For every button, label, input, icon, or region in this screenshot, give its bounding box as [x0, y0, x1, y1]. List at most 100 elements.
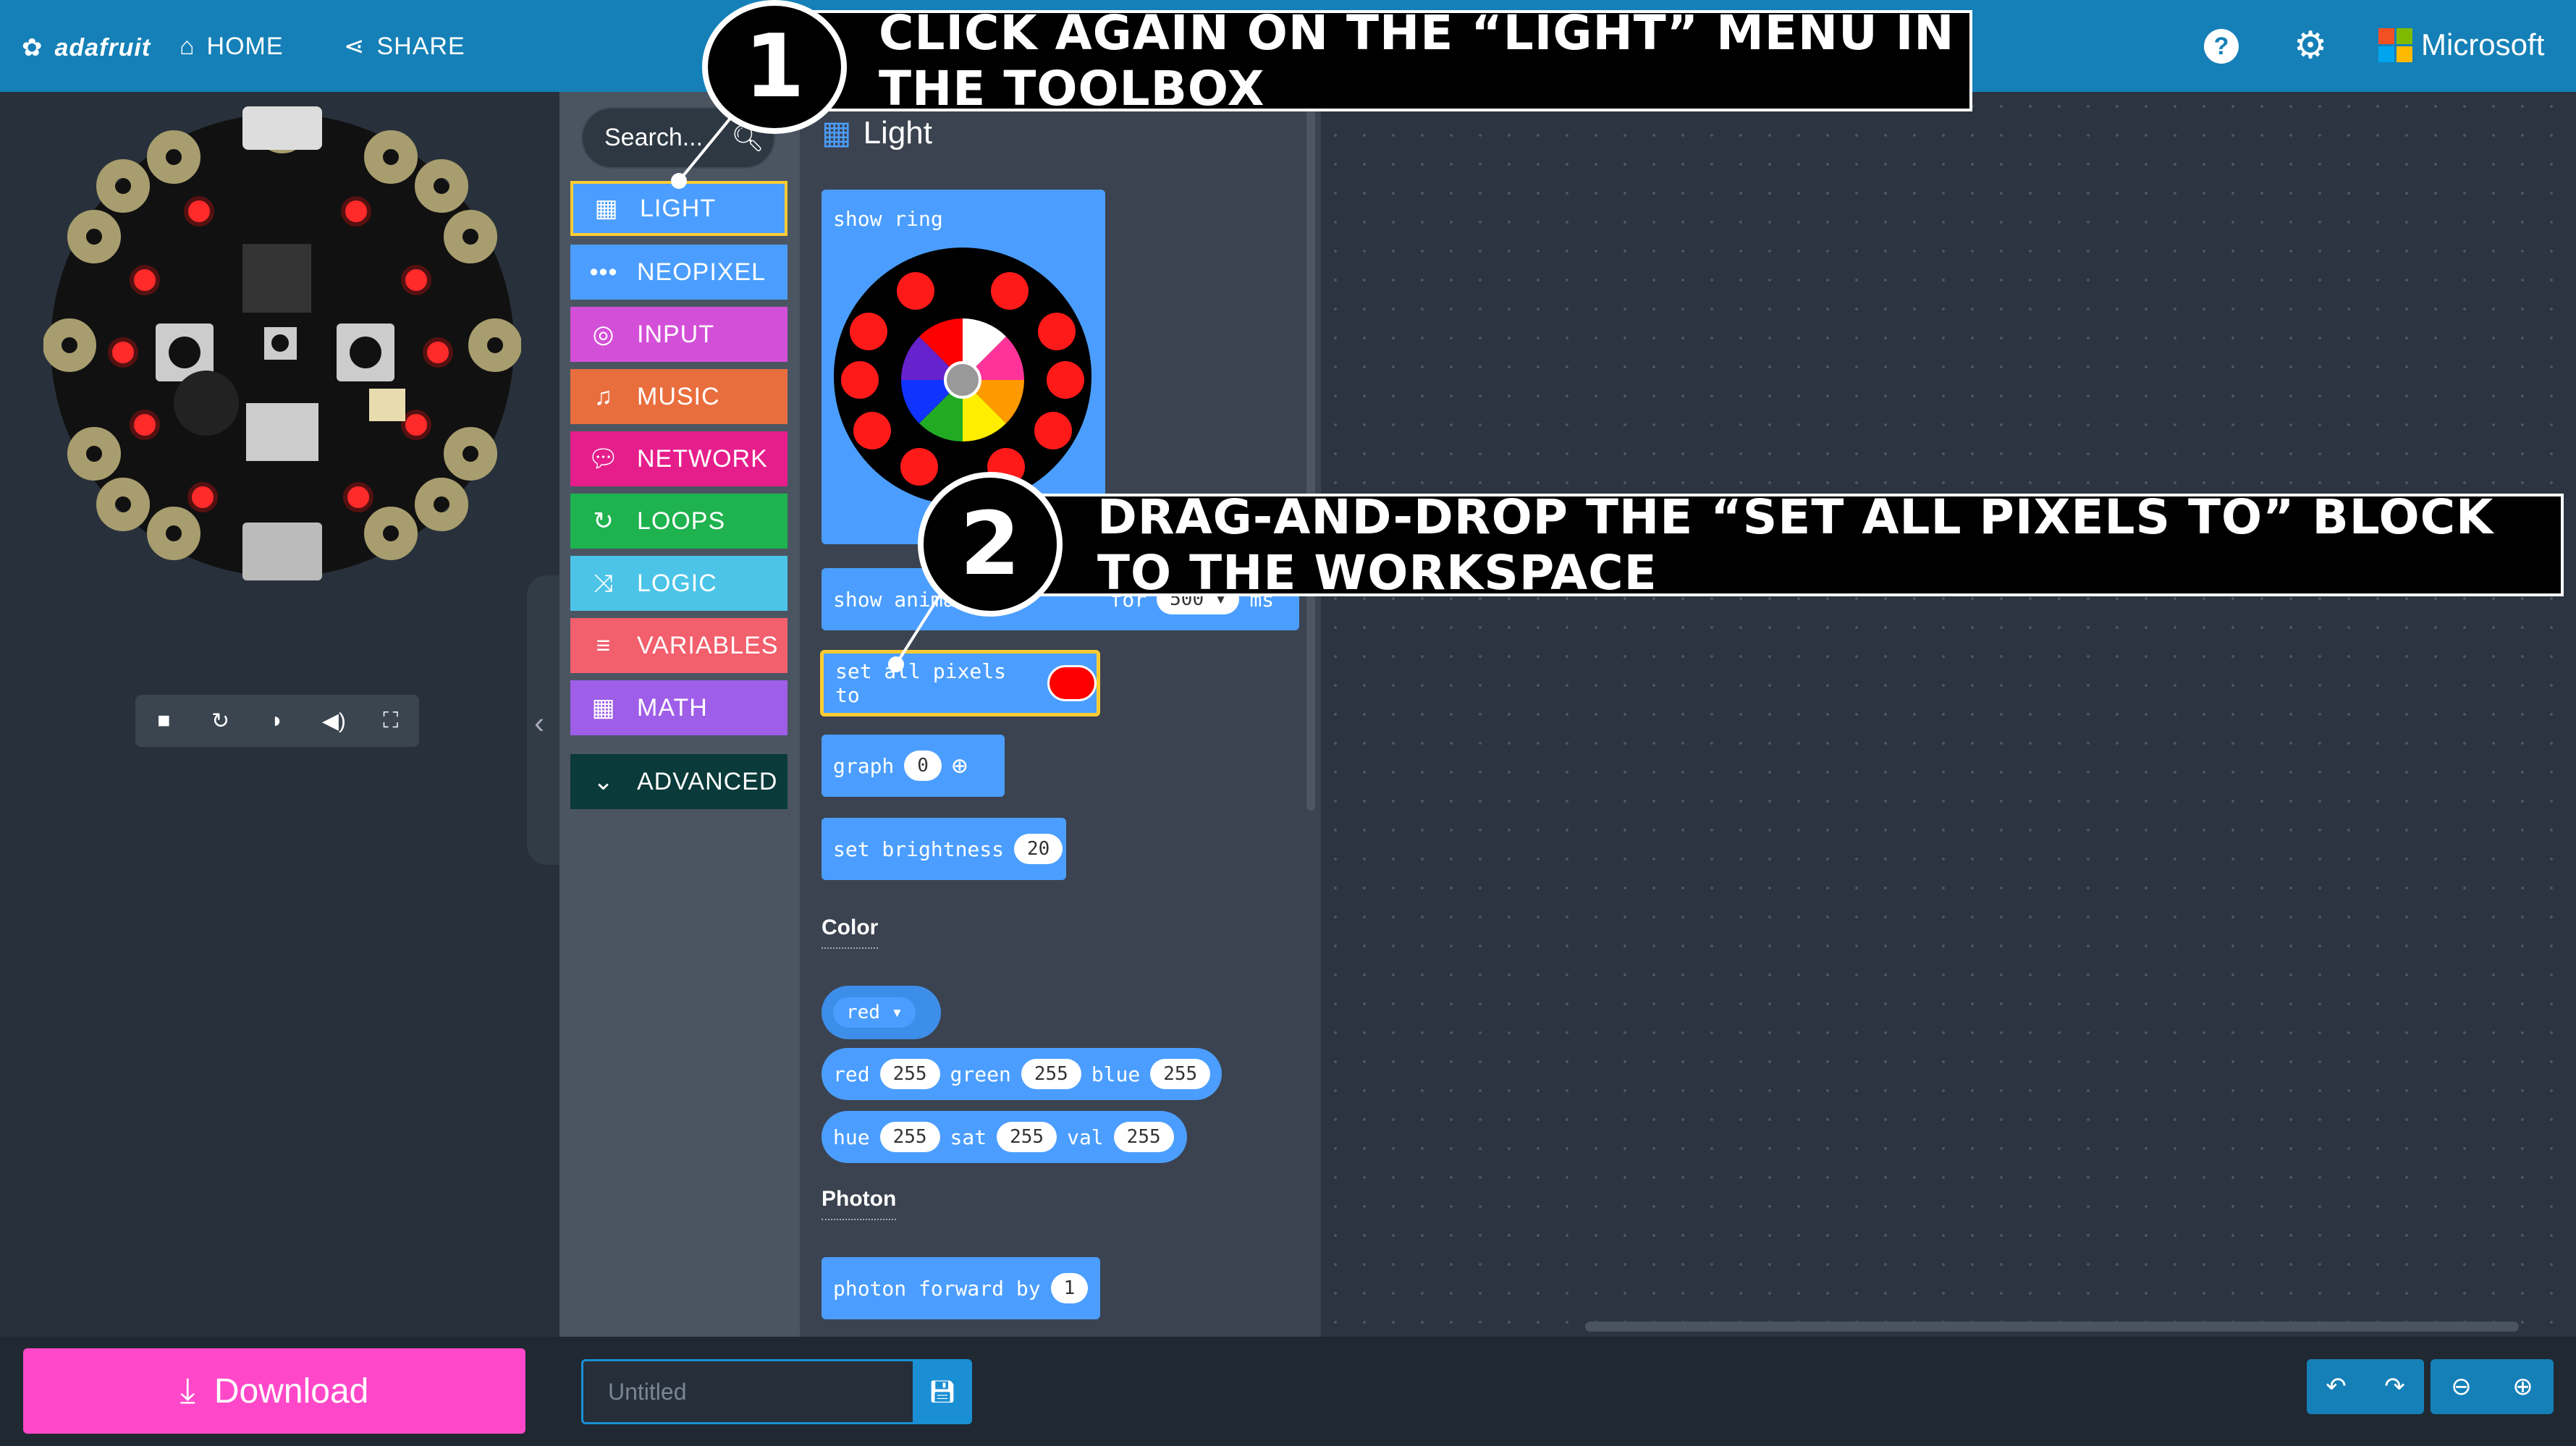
flyout-scrollbar[interactable]: [1306, 109, 1315, 811]
category-advanced[interactable]: ⌄ ADVANCED: [570, 754, 787, 809]
download-label: Download: [214, 1371, 369, 1411]
category-network[interactable]: 💬︎ NETWORK: [570, 431, 787, 486]
flower-icon: ✿: [22, 34, 43, 62]
category-neopixel[interactable]: ••• NEOPIXEL: [570, 245, 787, 300]
fullscreen-icon[interactable]: ⛶: [369, 699, 413, 743]
blocks-workspace[interactable]: [1321, 92, 2576, 1337]
category-music[interactable]: ♫ MUSIC: [570, 369, 787, 424]
list-icon: ≡: [596, 631, 612, 659]
category-label: MATH: [637, 693, 708, 722]
adafruit-logo[interactable]: ✿ adafruit: [22, 25, 151, 71]
hsv-val-value[interactable]: 255: [1113, 1122, 1174, 1152]
graph-value[interactable]: 0: [904, 751, 942, 781]
rgb-blue-label: blue: [1091, 1062, 1141, 1086]
target-icon: ◎: [592, 321, 615, 348]
stop-icon[interactable]: ■: [142, 699, 185, 743]
headphones-icon: ♫: [594, 382, 614, 410]
sound-icon[interactable]: ◀): [312, 699, 355, 743]
zoom-out-icon[interactable]: ⊖: [2431, 1359, 2492, 1414]
rgb-red-value[interactable]: 255: [879, 1059, 940, 1089]
category-label: INPUT: [637, 320, 714, 348]
photon-forward-label: photon forward by: [833, 1276, 1041, 1301]
photon-section-label: Photon: [822, 1187, 897, 1220]
rgb-block[interactable]: red 255 green 255 blue 255: [822, 1048, 1222, 1100]
circuit-playground-board[interactable]: [43, 106, 521, 584]
hsv-sat-label: sat: [950, 1125, 987, 1149]
save-icon[interactable]: 💾︎: [913, 1359, 972, 1424]
chevron-left-icon[interactable]: ‹: [534, 706, 544, 740]
category-loops[interactable]: ↻ LOOPS: [570, 494, 787, 549]
plus-circle-icon[interactable]: ⊕: [952, 751, 968, 781]
hsv-hue-value[interactable]: 255: [879, 1122, 940, 1152]
zoom-in-icon[interactable]: ⊕: [2492, 1359, 2554, 1414]
shuffle-icon: ⤨: [593, 569, 615, 597]
callout-step-2-number: 2: [918, 472, 1063, 617]
share-link[interactable]: ⋖ SHARE: [344, 23, 465, 69]
hsv-sat-value[interactable]: 255: [997, 1122, 1057, 1152]
project-name-placeholder: Untitled: [608, 1378, 687, 1405]
ring-preview: [834, 248, 1091, 505]
restart-icon[interactable]: ↻: [199, 699, 242, 743]
hsv-val-label: val: [1067, 1125, 1104, 1149]
callout-step-1-text: Click again on the “Light” menu in the t…: [879, 5, 1955, 117]
download-button[interactable]: ⤓ Download: [23, 1348, 525, 1434]
simulator-panel: ■ ↻ ◗ ◀) ⛶: [0, 92, 559, 1337]
callout-step-1-number: 1: [702, 0, 847, 134]
home-label: HOME: [206, 32, 284, 60]
redo-icon[interactable]: ↷: [2365, 1359, 2424, 1414]
logo-text: adafruit: [54, 33, 151, 62]
callout-step-1: Click again on the “Light” menu in the t…: [782, 5, 1972, 117]
chevron-down-icon: ⌄: [593, 768, 615, 795]
undo-icon[interactable]: ↶: [2307, 1359, 2365, 1414]
category-light[interactable]: ▦ LIGHT: [570, 181, 787, 236]
category-label: NETWORK: [637, 444, 768, 473]
category-input[interactable]: ◎ INPUT: [570, 307, 787, 362]
category-label: VARIABLES: [637, 631, 779, 659]
dots-icon: •••: [589, 258, 618, 286]
simulator-controls: ■ ↻ ◗ ◀) ⛶: [135, 695, 419, 747]
graph-label: graph: [833, 753, 895, 778]
red-dropdown[interactable]: red ▾: [833, 997, 916, 1028]
hsv-block[interactable]: hue 255 sat 255 val 255: [822, 1111, 1187, 1163]
grid-icon: ▦: [822, 115, 852, 151]
calculator-icon: ▦: [591, 694, 616, 722]
flyout-title-text: Light: [863, 114, 932, 151]
home-icon: ⌂: [180, 32, 195, 60]
project-name-input[interactable]: Untitled: [581, 1359, 913, 1424]
callout-step-2-text: Drag-and-drop the “set all pixels to” bl…: [1097, 489, 2494, 601]
rgb-green-value[interactable]: 255: [1021, 1059, 1081, 1089]
search-placeholder: Search...: [604, 124, 704, 151]
set-brightness-label: set brightness: [833, 837, 1005, 861]
gear-icon[interactable]: ⚙: [2291, 26, 2330, 65]
color-wheel: [901, 318, 1024, 441]
download-icon: ⤓: [180, 1371, 195, 1410]
graph-block[interactable]: graph 0 ⊕: [822, 735, 1005, 797]
photon-forward-block[interactable]: photon forward by 1: [822, 1257, 1100, 1319]
zoom-group: ⊖ ⊕: [2431, 1359, 2554, 1414]
flyout-title: ▦ Light: [822, 114, 932, 151]
category-label: LOGIC: [637, 569, 717, 597]
set-brightness-block[interactable]: set brightness 20: [822, 818, 1066, 880]
microsoft-logo[interactable]: Microsoft: [2378, 28, 2544, 62]
color-dropdown-block[interactable]: red ▾: [822, 986, 941, 1039]
hsv-hue-label: hue: [833, 1125, 870, 1149]
color-section-label: Color: [822, 916, 879, 949]
category-logic[interactable]: ⤨ LOGIC: [570, 556, 787, 611]
rgb-blue-value[interactable]: 255: [1150, 1059, 1211, 1089]
share-icon: ⋖: [344, 33, 366, 60]
category-variables[interactable]: ≡ VARIABLES: [570, 618, 787, 673]
share-label: SHARE: [376, 32, 465, 60]
home-link[interactable]: ⌂ HOME: [180, 23, 284, 69]
help-icon[interactable]: ?: [2204, 29, 2239, 64]
color-picker-swatch[interactable]: [1047, 665, 1097, 701]
category-label: MUSIC: [637, 382, 720, 410]
undo-redo-group: ↶ ↷: [2307, 1359, 2424, 1414]
category-math[interactable]: ▦ MATH: [570, 680, 787, 735]
set-all-pixels-label: set all pixels to: [835, 659, 1007, 707]
workspace-scrollbar[interactable]: [1585, 1322, 2519, 1332]
slowmo-icon[interactable]: ◗: [256, 699, 299, 743]
set-all-pixels-block[interactable]: set all pixels to: [820, 650, 1100, 716]
grid-icon: ▦: [594, 195, 619, 222]
brightness-value[interactable]: 20: [1014, 834, 1063, 864]
photon-forward-value[interactable]: 1: [1050, 1273, 1089, 1303]
